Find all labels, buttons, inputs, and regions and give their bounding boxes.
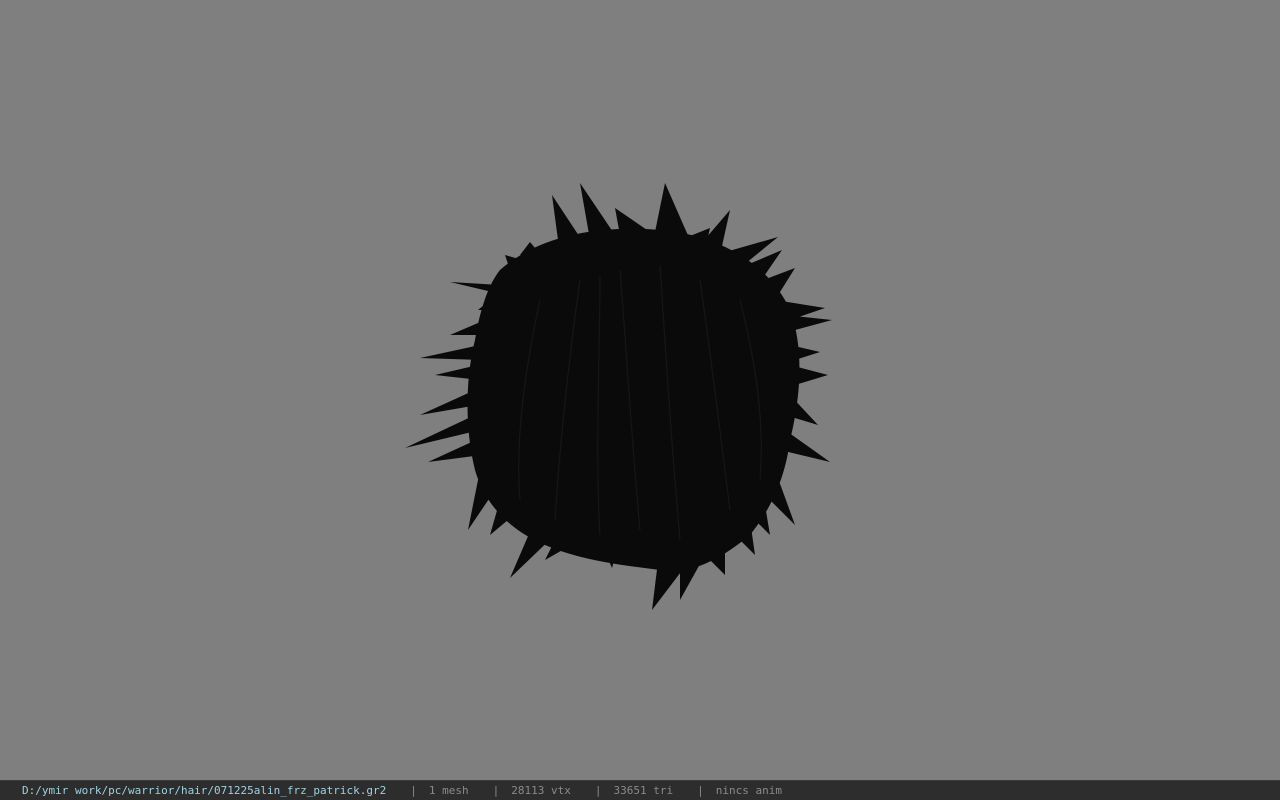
hair-spike [580,183,615,240]
hair-spike [655,183,690,240]
separator: | [492,784,500,797]
hair-spike [790,345,820,360]
hair-spike [615,208,650,235]
hair-spike [405,415,480,448]
vertex-count: 28113 vtx [511,784,571,797]
status-bar: D:/ymir work/pc/warrior/hair/071225alin_… [0,780,1280,800]
file-path: D:/ymir work/pc/warrior/hair/071225alin_… [22,784,387,797]
mesh-count: 1 mesh [428,784,469,797]
separator: | [410,784,417,797]
hair-spike [780,430,830,462]
hair-spike [790,365,828,385]
hair-spike [680,550,705,600]
hair-spike [420,345,482,360]
3d-viewport[interactable] [0,0,1280,780]
triangle-count: 33651 tri [613,784,674,797]
hair-spike [450,320,490,335]
hair-spike [435,365,480,380]
separator: | [594,784,602,797]
animation-status: nincs anim [715,784,782,797]
separator: | [697,784,704,797]
model-render [405,183,832,610]
hair-model [405,183,832,610]
hair-mass [467,228,800,571]
